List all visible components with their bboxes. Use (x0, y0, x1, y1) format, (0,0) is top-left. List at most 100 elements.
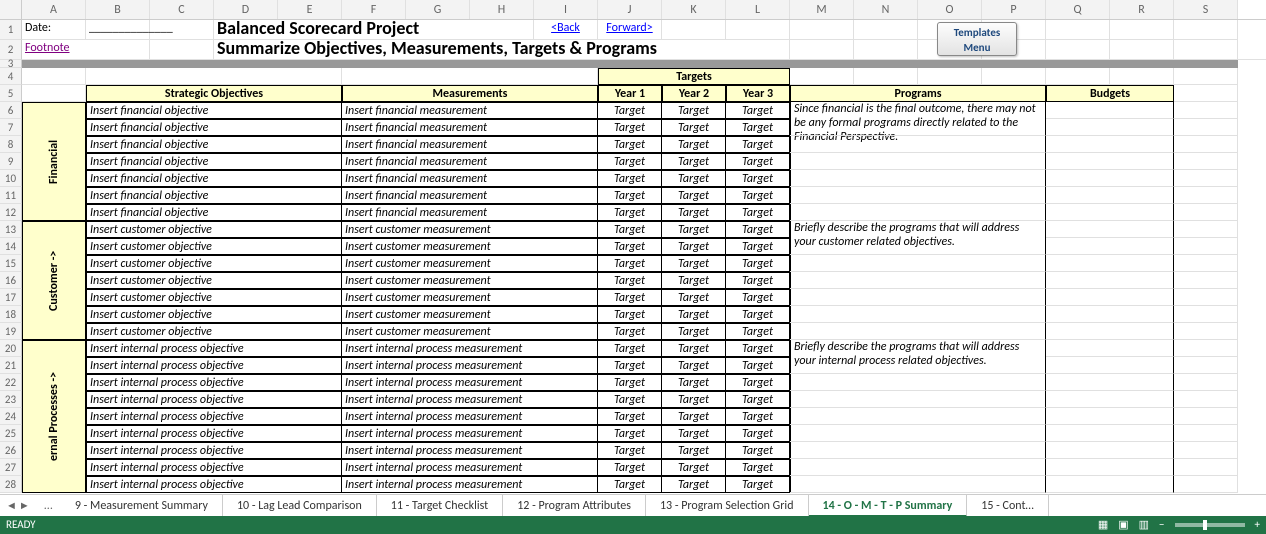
objective-cell[interactable]: Insert internal process objective (86, 442, 342, 459)
measurement-cell[interactable]: Insert financial measurement (342, 187, 598, 204)
budget-cell[interactable] (1046, 153, 1174, 170)
budget-cell[interactable] (1046, 289, 1174, 306)
objective-cell[interactable]: Insert financial objective (86, 170, 342, 187)
column-header-L[interactable]: L (726, 0, 790, 19)
row-header-23[interactable]: 23 (0, 391, 22, 408)
row-header-27[interactable]: 27 (0, 459, 22, 476)
footnote-link[interactable]: Footnote (22, 40, 150, 60)
row-header-1[interactable]: 1 (0, 20, 22, 40)
column-header-B[interactable]: B (86, 0, 150, 19)
budget-cell[interactable] (1046, 170, 1174, 187)
objective-cell[interactable]: Insert financial objective (86, 187, 342, 204)
zoom-out-icon[interactable]: − (1159, 516, 1164, 534)
sheet-tab[interactable]: 10 - Lag Lead Comparison (223, 495, 377, 517)
view-page-break-icon[interactable]: ▥ (1139, 516, 1149, 534)
objective-cell[interactable]: Insert internal process objective (86, 391, 342, 408)
target-y3-cell[interactable]: Target (726, 119, 790, 136)
target-y3-cell[interactable]: Target (726, 374, 790, 391)
measurement-cell[interactable]: Insert internal process measurement (342, 391, 598, 408)
budget-cell[interactable] (1046, 221, 1174, 238)
column-header-I[interactable]: I (534, 0, 598, 19)
objective-cell[interactable]: Insert customer objective (86, 255, 342, 272)
objective-cell[interactable]: Insert customer objective (86, 289, 342, 306)
budget-cell[interactable] (1046, 476, 1174, 493)
target-y3-cell[interactable]: Target (726, 289, 790, 306)
budget-cell[interactable] (1046, 340, 1174, 357)
row-header-28[interactable]: 28 (0, 476, 22, 493)
row-header-20[interactable]: 20 (0, 340, 22, 357)
budget-cell[interactable] (1046, 357, 1174, 374)
measurement-cell[interactable]: Insert internal process measurement (342, 476, 598, 493)
objective-cell[interactable]: Insert customer objective (86, 323, 342, 340)
target-y2-cell[interactable]: Target (662, 425, 726, 442)
budget-cell[interactable] (1046, 306, 1174, 323)
row-header-15[interactable]: 15 (0, 255, 22, 272)
target-y3-cell[interactable]: Target (726, 459, 790, 476)
target-y2-cell[interactable]: Target (662, 374, 726, 391)
objective-cell[interactable]: Insert customer objective (86, 272, 342, 289)
target-y2-cell[interactable]: Target (662, 153, 726, 170)
row-header-16[interactable]: 16 (0, 272, 22, 289)
target-y1-cell[interactable]: Target (598, 306, 662, 323)
objective-cell[interactable]: Insert internal process objective (86, 408, 342, 425)
target-y3-cell[interactable]: Target (726, 136, 790, 153)
column-header-N[interactable]: N (854, 0, 918, 19)
budget-cell[interactable] (1046, 408, 1174, 425)
target-y3-cell[interactable]: Target (726, 425, 790, 442)
target-y2-cell[interactable]: Target (662, 221, 726, 238)
objective-cell[interactable]: Insert internal process objective (86, 425, 342, 442)
target-y3-cell[interactable]: Target (726, 153, 790, 170)
target-y1-cell[interactable]: Target (598, 442, 662, 459)
measurement-cell[interactable]: Insert financial measurement (342, 204, 598, 221)
target-y1-cell[interactable]: Target (598, 289, 662, 306)
target-y1-cell[interactable]: Target (598, 170, 662, 187)
budget-cell[interactable] (1046, 323, 1174, 340)
column-header-M[interactable]: M (790, 0, 854, 19)
measurement-cell[interactable]: Insert customer measurement (342, 323, 598, 340)
target-y1-cell[interactable]: Target (598, 408, 662, 425)
column-header-K[interactable]: K (662, 0, 726, 19)
column-header-O[interactable]: O (918, 0, 982, 19)
budget-cell[interactable] (1046, 102, 1174, 119)
measurement-cell[interactable]: Insert internal process measurement (342, 442, 598, 459)
objective-cell[interactable]: Insert internal process objective (86, 459, 342, 476)
date-field[interactable]: ______________ (86, 20, 150, 40)
target-y3-cell[interactable]: Target (726, 391, 790, 408)
target-y2-cell[interactable]: Target (662, 306, 726, 323)
budget-cell[interactable] (1046, 238, 1174, 255)
tab-nav-prev-icon[interactable]: ► (19, 499, 30, 512)
measurement-cell[interactable]: Insert financial measurement (342, 136, 598, 153)
sheet-tab[interactable]: 12 - Program Attributes (503, 495, 646, 517)
target-y1-cell[interactable]: Target (598, 187, 662, 204)
row-header-22[interactable]: 22 (0, 374, 22, 391)
select-all-corner[interactable] (0, 0, 22, 20)
target-y3-cell[interactable]: Target (726, 340, 790, 357)
budget-cell[interactable] (1046, 136, 1174, 153)
target-y2-cell[interactable]: Target (662, 459, 726, 476)
row-header-3[interactable]: 3 (0, 60, 22, 68)
target-y1-cell[interactable]: Target (598, 476, 662, 493)
target-y1-cell[interactable]: Target (598, 204, 662, 221)
target-y3-cell[interactable]: Target (726, 306, 790, 323)
budget-cell[interactable] (1046, 391, 1174, 408)
measurement-cell[interactable]: Insert financial measurement (342, 119, 598, 136)
objective-cell[interactable]: Insert internal process objective (86, 357, 342, 374)
row-header-26[interactable]: 26 (0, 442, 22, 459)
sheet-tab[interactable]: 11 - Target Checklist (377, 495, 503, 517)
target-y1-cell[interactable]: Target (598, 323, 662, 340)
target-y1-cell[interactable]: Target (598, 153, 662, 170)
measurement-cell[interactable]: Insert internal process measurement (342, 340, 598, 357)
objective-cell[interactable]: Insert internal process objective (86, 476, 342, 493)
row-header-24[interactable]: 24 (0, 408, 22, 425)
sheet-tab[interactable]: 15 - Cont… (967, 495, 1049, 517)
zoom-in-icon[interactable]: + (1255, 516, 1260, 534)
target-y1-cell[interactable]: Target (598, 357, 662, 374)
objective-cell[interactable]: Insert customer objective (86, 306, 342, 323)
target-y2-cell[interactable]: Target (662, 238, 726, 255)
target-y2-cell[interactable]: Target (662, 204, 726, 221)
target-y2-cell[interactable]: Target (662, 272, 726, 289)
target-y3-cell[interactable]: Target (726, 238, 790, 255)
target-y2-cell[interactable]: Target (662, 289, 726, 306)
target-y3-cell[interactable]: Target (726, 272, 790, 289)
target-y3-cell[interactable]: Target (726, 476, 790, 493)
